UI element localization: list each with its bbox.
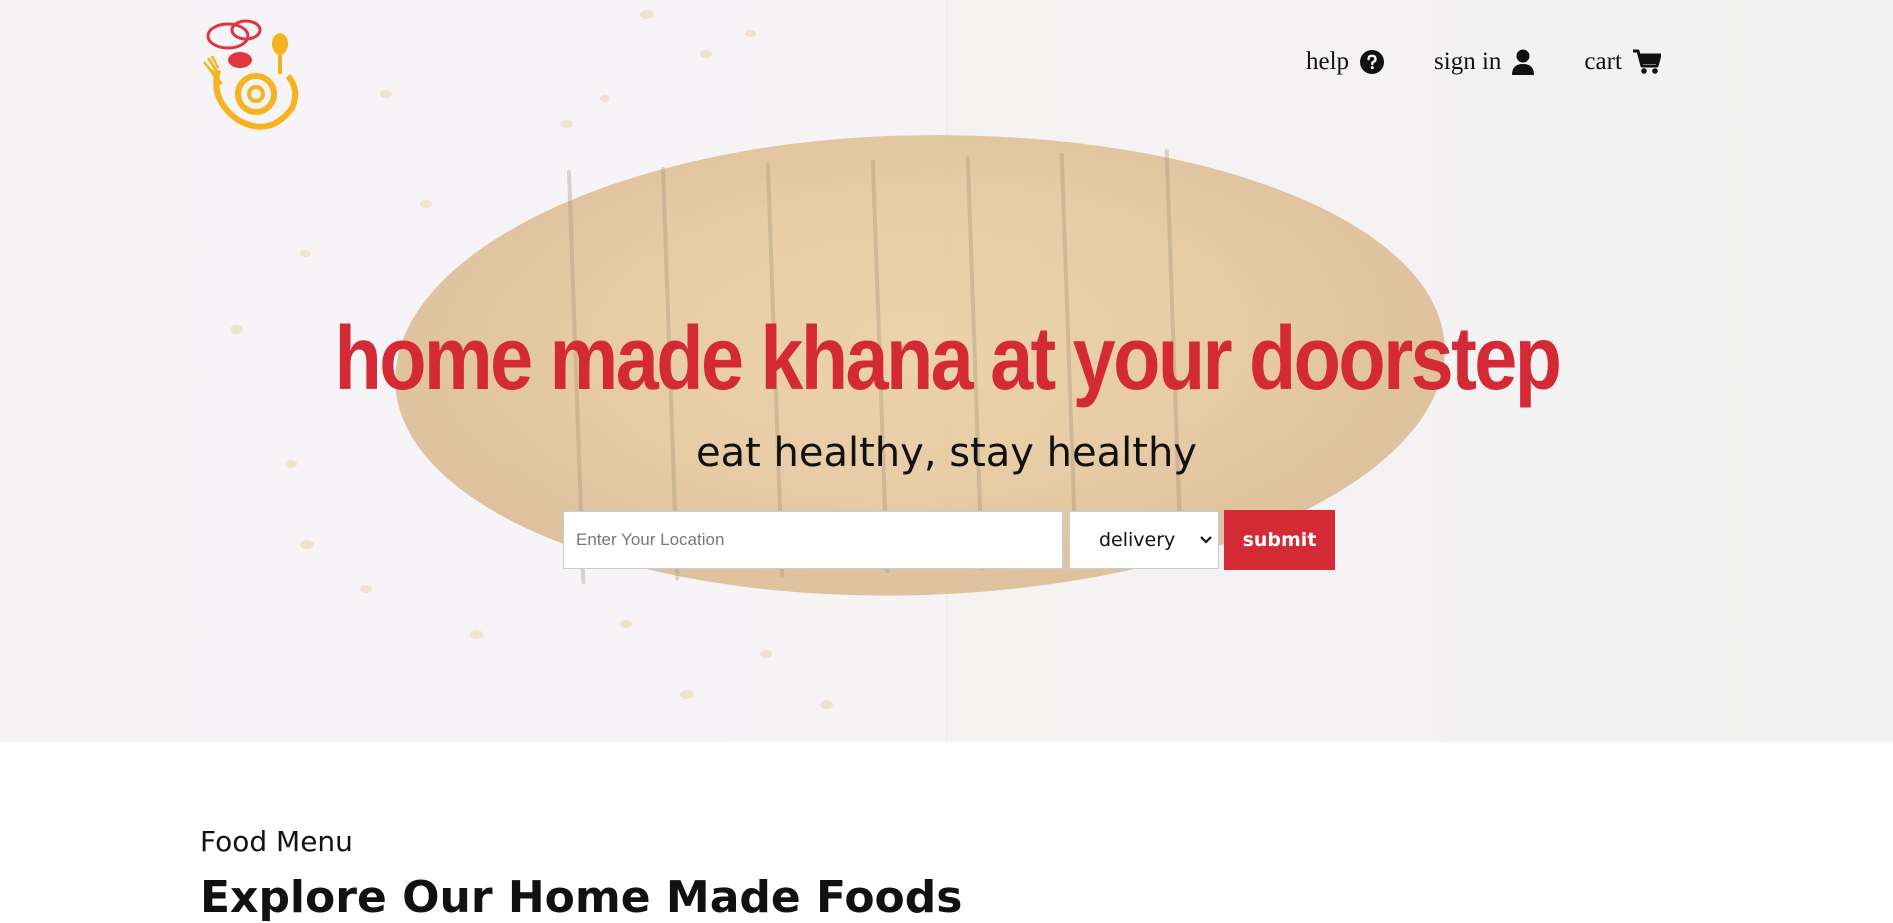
nav-sign-in-label: sign in — [1434, 48, 1502, 75]
location-search-form: delivery submit — [563, 510, 1335, 570]
top-nav: help sign in cart — [1306, 48, 1661, 76]
nav-cart[interactable]: cart — [1584, 48, 1661, 76]
cart-icon — [1632, 49, 1661, 74]
menu-title: Explore Our Home Made Foods — [200, 872, 963, 923]
user-icon — [1512, 49, 1535, 75]
menu-eyebrow: Food Menu — [200, 825, 353, 858]
location-input[interactable] — [563, 511, 1063, 569]
hero-headline: home made khana at your doorstep — [334, 309, 1563, 409]
submit-button[interactable]: submit — [1224, 510, 1335, 570]
site-logo[interactable] — [200, 10, 304, 136]
order-mode-value: delivery — [1099, 529, 1176, 551]
hero-subline: eat healthy, stay healthy — [696, 430, 1197, 476]
question-circle-icon — [1360, 50, 1385, 74]
chevron-down-icon — [1200, 536, 1212, 544]
nav-help-label: help — [1306, 48, 1350, 75]
nav-help[interactable]: help — [1306, 48, 1385, 76]
order-mode-select[interactable]: delivery — [1069, 511, 1219, 569]
nav-cart-label: cart — [1584, 48, 1622, 75]
chef-logo-icon — [203, 19, 299, 130]
nav-sign-in[interactable]: sign in — [1434, 48, 1535, 76]
